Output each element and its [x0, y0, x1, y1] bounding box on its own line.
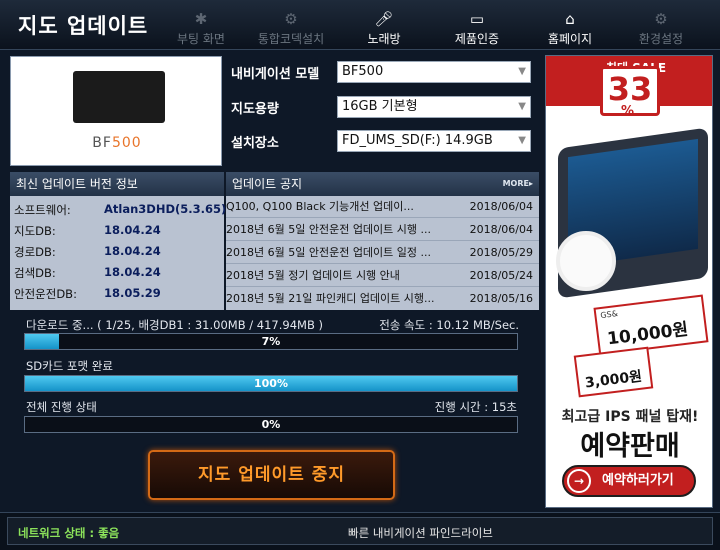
notice-list: Q100, Q100 Black 기능개선 업데이... 2018/06/04 2…	[226, 196, 539, 310]
version-value: 18.04.24	[104, 223, 161, 237]
reserve-button[interactable]: → 예약하러가기	[562, 465, 696, 497]
more-link[interactable]: MORE▸	[503, 172, 533, 196]
reserve-button-label: 예약하러가기	[602, 473, 674, 488]
nav-karaoke[interactable]: 🎤︎ 노래방	[352, 0, 416, 50]
format-progress-label: 100%	[254, 377, 288, 390]
ad-headline: 최고급 IPS 패널 탑재!	[561, 409, 699, 425]
version-value: 18.04.24	[104, 244, 161, 258]
handy-fan-image	[556, 231, 616, 291]
location-select[interactable]: FD_UMS_SD(F:) 14.9GB ▼	[337, 130, 531, 152]
version-value: 18.04.24	[104, 265, 161, 279]
device-brand-logo: BF500	[92, 135, 142, 151]
notice-item[interactable]: Q100, Q100 Black 기능개선 업데이... 2018/06/04	[226, 196, 539, 218]
device-image-box: BF500	[10, 56, 222, 166]
microphone-icon: 🎤︎	[374, 10, 394, 28]
chevron-down-icon: ▼	[518, 135, 526, 146]
model-select[interactable]: BF500 ▼	[337, 61, 531, 83]
stop-update-button[interactable]: 지도 업데이트 중지	[148, 450, 395, 500]
nav-settings[interactable]: ⚙ 환경설정	[626, 0, 696, 50]
coupon-amount: 3,000원	[584, 368, 643, 392]
notice-title: 업데이트 공지	[232, 177, 303, 191]
title-bar: 지도 업데이트 ✱ 부팅 화면 ⚙ 통합코덱설치 🎤︎ 노래방 ▭ 제품인증 ⌂…	[0, 0, 720, 50]
capacity-select[interactable]: 16GB 기본형 ▼	[337, 96, 531, 118]
home-icon: ⌂	[565, 10, 575, 28]
status-box: 네트워크 상태 : 좋음 빠른 내비게이션 파인드라이브	[7, 517, 713, 545]
nav-product-auth[interactable]: ▭ 제품인증	[440, 0, 514, 50]
nav-label: 환경설정	[638, 32, 684, 46]
coupon-3000: 3,000원	[573, 346, 654, 398]
model-label: 내비게이션 모델	[231, 67, 320, 82]
sale-percent: %	[621, 104, 635, 119]
notice-item[interactable]: 2018년 5월 정기 업데이트 시행 안내 2018/05/24	[226, 265, 539, 287]
overall-progress-label: 0%	[261, 418, 281, 431]
version-label: 소프트웨어:	[14, 203, 71, 217]
chevron-down-icon: ▼	[518, 66, 526, 77]
download-progress-bar: 7%	[24, 333, 518, 350]
settings-icon: ⚙	[654, 10, 668, 28]
version-value: 18.05.29	[104, 286, 161, 300]
nav-label: 홈페이지	[547, 32, 593, 46]
notice-header: 업데이트 공지 MORE▸	[226, 172, 539, 196]
version-label: 검색DB:	[14, 266, 56, 280]
format-status-text: SD카드 포맷 완료	[26, 359, 113, 373]
network-status: 네트워크 상태 : 좋음	[18, 526, 120, 540]
slogan-text: 빠른 내비게이션 파인드라이브	[348, 526, 493, 540]
notice-item[interactable]: 2018년 5월 21일 파인캐디 업데이트 시행... 2018/05/16	[226, 288, 539, 310]
format-progress-bar: 100%	[24, 375, 518, 392]
version-info-panel: 소프트웨어: Atlan3DHD(5.3.65) 지도DB: 18.04.24 …	[10, 196, 227, 310]
overall-status-text: 전체 진행 상태	[26, 400, 97, 414]
location-label: 설치장소	[231, 136, 279, 151]
coupon-10000: GS& 10,000원	[593, 294, 709, 356]
version-label: 지도DB:	[14, 224, 56, 238]
notice-item[interactable]: 2018년 6월 5일 안전운전 업데이트 시행 ... 2018/06/04	[226, 219, 539, 241]
app-window: 지도 업데이트 ✱ 부팅 화면 ⚙ 통합코덱설치 🎤︎ 노래방 ▭ 제품인증 ⌂…	[0, 0, 720, 550]
chevron-down-icon: ▼	[518, 101, 526, 112]
loading-spinner-icon: ✱	[194, 10, 208, 28]
nav-label: 제품인증	[454, 32, 500, 46]
status-bar: 네트워크 상태 : 좋음 빠른 내비게이션 파인드라이브	[0, 512, 720, 550]
nav-codec-install[interactable]: ⚙ 통합코덱설치	[250, 0, 332, 50]
nav-boot-screen[interactable]: ✱ 부팅 화면	[166, 0, 236, 50]
transfer-speed-text: 전송 속도 : 10.12 MB/Sec.	[379, 318, 519, 332]
coupon-amount: 10,000원	[606, 319, 690, 350]
navigation-device-image	[73, 71, 165, 123]
version-label: 경로DB:	[14, 245, 56, 259]
elapsed-time-text: 진행 시간 : 15초	[434, 400, 517, 414]
nav-label: 노래방	[367, 32, 401, 46]
app-title: 지도 업데이트	[18, 14, 149, 38]
notice-item[interactable]: 2018년 6월 5일 안전운전 업데이트 일정 ... 2018/05/29	[226, 242, 539, 264]
nav-label: 부팅 화면	[177, 32, 225, 46]
ad-headline-large: 예약판매	[580, 431, 680, 462]
version-value: Atlan3DHD(5.3.65)	[104, 202, 227, 216]
version-info-header: 최신 업데이트 버전 정보	[10, 172, 224, 196]
gear-icon: ⚙	[284, 10, 298, 28]
ad-banner[interactable]: 최대 SALE 33 % GS& 10,000원 3,000원 최고급 IPS …	[545, 55, 713, 508]
capacity-label: 지도용량	[231, 102, 279, 117]
nav-homepage[interactable]: ⌂ 홈페이지	[536, 0, 604, 50]
overall-progress-bar: 0%	[24, 416, 518, 433]
download-progress-label: 7%	[261, 335, 281, 348]
version-label: 안전운전DB:	[14, 287, 77, 301]
monitor-icon: ▭	[469, 10, 485, 28]
nav-label: 통합코덱설치	[257, 32, 325, 46]
arrow-right-icon: →	[567, 469, 591, 493]
download-status-text: 다운로드 중... ( 1/25, 배경DB1 : 31.00MB / 417.…	[26, 318, 323, 332]
coupon-brand: GS&	[599, 308, 619, 321]
